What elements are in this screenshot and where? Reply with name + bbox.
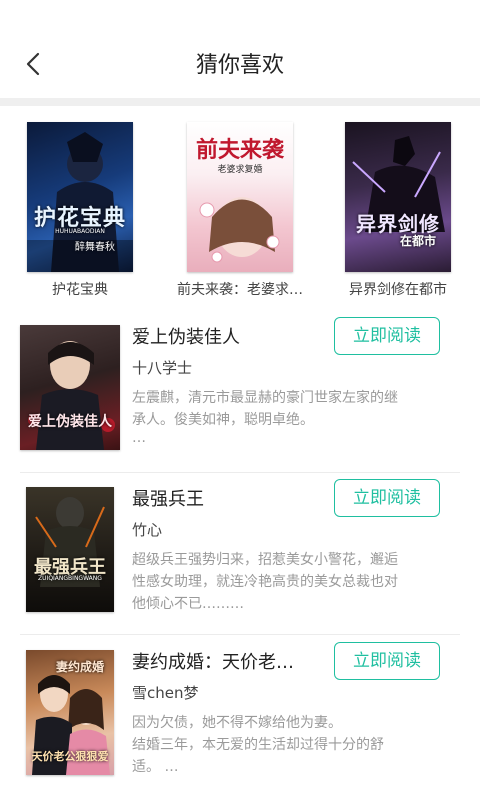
book-cover-image: 爱上伪装佳人 [20, 325, 120, 450]
book-cover-image: 妻约成婚 天价老公狠狠爱 [26, 650, 114, 775]
header-bar: 猜你喜欢 [0, 0, 480, 100]
book-description: 超级兵王强势归来，招惹美女小警花，邂逅 性感女助理，就连冷艳高贵的美女总裁也对 … [132, 552, 398, 612]
list-item[interactable]: 妻约成婚 天价老公狠狠爱 妻约成婚：天价老… 雪chen梦 因为欠债，她不得不嫁… [20, 642, 460, 800]
book-description: 因为欠债，她不得不嫁给他为妻。 结婚三年，本无爱的生活却过得十分的舒 适。 … [132, 715, 384, 775]
row-divider [20, 634, 460, 635]
featured-books: 护花宝典 HUHUABAODIAN 醉舞春秋 护花宝典 前夫来袭 老婆求复婚 前… [0, 108, 480, 308]
row-divider [20, 472, 460, 473]
book-cover-image: 最强兵王 ZUIQIANGBINGWANG [26, 487, 114, 612]
book-cover-image: 异界剑修 在都市 [345, 122, 451, 272]
featured-book-3[interactable]: 异界剑修 在都市 异界剑修在都市 [323, 122, 473, 299]
book-author: 雪chen梦 [132, 684, 199, 702]
book-title: 最强兵王 [132, 489, 204, 510]
page-title: 猜你喜欢 [195, 53, 284, 78]
book-author: 竹心 [132, 521, 163, 539]
book-cover-image: 护花宝典 HUHUABAODIAN 醉舞春秋 [27, 122, 133, 272]
read-now-button[interactable]: 立即阅读 [334, 479, 440, 517]
book-title: 爱上伪装佳人 [132, 327, 240, 348]
featured-book-title: 异界剑修在都市 [349, 282, 447, 298]
featured-book-title: 护花宝典 [52, 282, 108, 298]
read-now-button[interactable]: 立即阅读 [334, 317, 440, 355]
book-cover-image: 前夫来袭 老婆求复婚 [187, 122, 293, 272]
book-title: 妻约成婚：天价老… [132, 652, 294, 673]
book-author: 十八学士 [132, 359, 193, 377]
book-description: 左震麒，清元市最显赫的豪门世家左家的继 承人。俊美如神，聪明卓绝。 … [132, 390, 398, 446]
featured-book-2[interactable]: 前夫来袭 老婆求复婚 前夫来袭：老婆求… [165, 122, 315, 299]
header-divider [0, 98, 480, 106]
read-now-button[interactable]: 立即阅读 [334, 642, 440, 680]
featured-book-1[interactable]: 护花宝典 HUHUABAODIAN 醉舞春秋 护花宝典 [5, 122, 155, 299]
list-item[interactable]: 爱上伪装佳人 爱上伪装佳人 十八学士 左震麒，清元市最显赫的豪门世家左家的继 承… [20, 317, 460, 475]
featured-book-title: 前夫来袭：老婆求… [177, 282, 303, 298]
list-item[interactable]: 最强兵王 ZUIQIANGBINGWANG 最强兵王 竹心 超级兵王强势归来，招… [20, 479, 460, 637]
